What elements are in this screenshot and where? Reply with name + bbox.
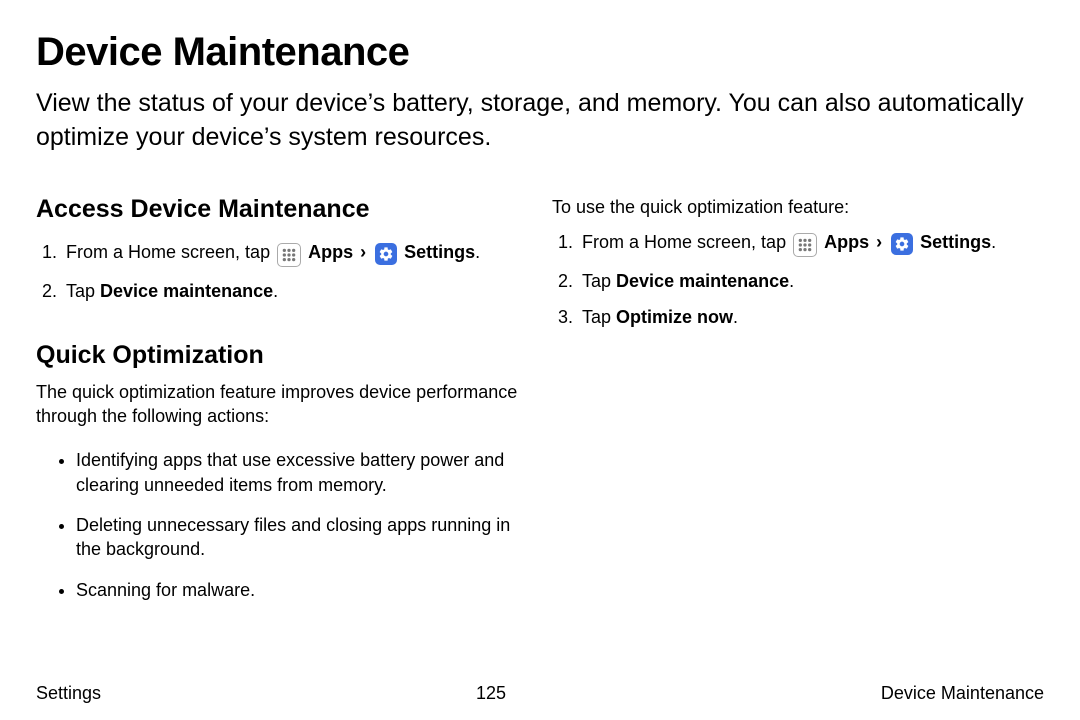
chevron-right-icon: › <box>874 230 884 254</box>
period: . <box>991 232 996 252</box>
list-item: Deleting unnecessary files and closing a… <box>76 505 528 570</box>
footer-page-number: 125 <box>476 683 506 704</box>
apps-icon <box>277 243 301 267</box>
apps-label: Apps <box>824 232 869 252</box>
step-text: From a Home screen, tap <box>66 242 275 262</box>
quick-heading: Quick Optimization <box>36 341 528 370</box>
access-step-1: From a Home screen, tap Apps › Settings. <box>62 234 528 273</box>
period: . <box>789 271 794 291</box>
page-title: Device Maintenance <box>36 30 1044 75</box>
period: . <box>733 307 738 327</box>
intro-text: View the status of your device’s battery… <box>36 87 1044 155</box>
two-column-layout: Access Device Maintenance From a Home sc… <box>36 195 1044 610</box>
left-column: Access Device Maintenance From a Home sc… <box>36 195 528 610</box>
quick-lead: The quick optimization feature improves … <box>36 380 528 429</box>
settings-icon <box>891 233 913 255</box>
use-lead: To use the quick optimization feature: <box>552 197 1044 218</box>
step-bold: Device maintenance <box>100 281 273 301</box>
step-bold: Optimize now <box>616 307 733 327</box>
list-item: Identifying apps that use excessive batt… <box>76 440 528 505</box>
settings-label: Settings <box>920 232 991 252</box>
footer-left: Settings <box>36 683 101 704</box>
step-text: Tap <box>66 281 100 301</box>
step-text: Tap <box>582 307 616 327</box>
period: . <box>475 242 480 262</box>
settings-label: Settings <box>404 242 475 262</box>
footer-right: Device Maintenance <box>881 683 1044 704</box>
use-steps: From a Home screen, tap Apps › Settings. <box>552 224 1044 336</box>
period: . <box>273 281 278 301</box>
step-bold: Device maintenance <box>616 271 789 291</box>
access-step-2: Tap Device maintenance. <box>62 273 528 309</box>
step-text: Tap <box>582 271 616 291</box>
quick-bullets: Identifying apps that use excessive batt… <box>36 440 528 609</box>
apps-icon <box>793 233 817 257</box>
access-steps: From a Home screen, tap Apps › Settings. <box>36 234 528 309</box>
manual-page: Device Maintenance View the status of yo… <box>0 0 1080 720</box>
list-item: Scanning for malware. <box>76 570 528 610</box>
page-footer: Settings 125 Device Maintenance <box>36 683 1044 704</box>
use-step-3: Tap Optimize now. <box>578 299 1044 335</box>
apps-label: Apps <box>308 242 353 262</box>
right-column: To use the quick optimization feature: F… <box>552 195 1044 610</box>
step-text: From a Home screen, tap <box>582 232 791 252</box>
use-step-2: Tap Device maintenance. <box>578 263 1044 299</box>
chevron-right-icon: › <box>358 240 368 264</box>
access-heading: Access Device Maintenance <box>36 195 528 224</box>
settings-icon <box>375 243 397 265</box>
use-step-1: From a Home screen, tap Apps › Settings. <box>578 224 1044 263</box>
